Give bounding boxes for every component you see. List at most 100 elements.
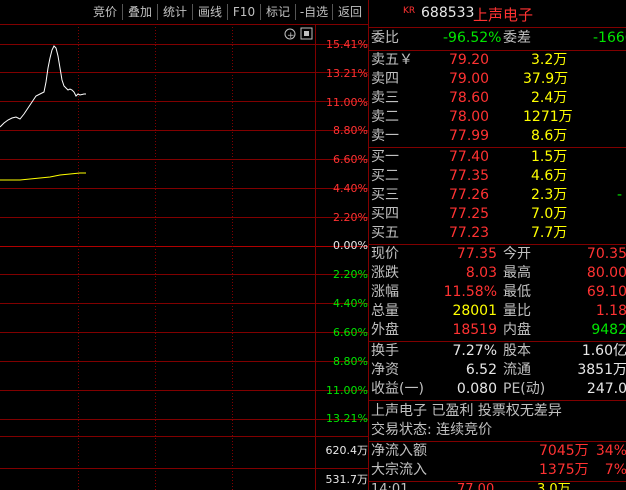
flow-value: 7045万 [539,443,589,459]
ask-row[interactable]: 卖三 78.60 2.4万 [371,89,626,108]
stats-row: 换手 7.27% 股本 1.60亿 [371,342,626,361]
bid-price: 77.40 [449,149,490,165]
price-line [0,45,86,128]
bid-label: 买三 [371,187,399,203]
flow-value: 1375万 [539,462,589,478]
bid-row[interactable]: 买三 77.26 2.3万 - [371,186,626,205]
stats-label: 净资 [371,362,399,378]
axis-label-pct: 15.41% [326,38,368,51]
flow-pct: 7% [604,462,626,478]
bid-volume: 1.5万 [531,149,568,165]
quote-row: 涨跌 8.03 最高 80.00 [371,264,626,283]
bid-price: 77.23 [449,225,490,241]
svg-text:+: + [287,31,295,41]
bid-row[interactable]: 买二 77.35 4.6万 [371,167,626,186]
ask-row[interactable]: 卖一 77.99 8.6万 [371,127,626,146]
ask-label: 卖一 [371,128,399,144]
bid-volume: 7.0万 [531,206,568,222]
intraday-chart[interactable]: + 15.41% 13.21% 11.00% 8.80% 6.60% 4.40%… [0,24,368,490]
weibi-label: 委比 [371,30,399,46]
toolbar-mark-button[interactable]: 标记 [261,0,295,24]
quote-row: 外盘 18519 内盘 9482 [371,321,626,340]
axis-label-pct: 2.20% [333,268,368,281]
stats-value: 7.27% [452,343,497,359]
toolbar-remove-watchlist-button[interactable]: -自选 [296,0,332,24]
divider [369,27,626,28]
tick-time: 14:01 [371,482,409,490]
bid-price: 77.26 [449,187,490,203]
stats-label: 流通 [503,362,531,378]
ask-volume: 3.2万 [531,52,568,68]
weicha-label: 委差 [503,30,531,46]
bid-volume: 7.7万 [531,225,568,241]
flow-label: 净流入额 [371,443,427,459]
ask-price: 77.99 [449,128,490,144]
ask-price: 79.00 [449,71,490,87]
quote-label: 内盘 [503,322,531,338]
axis-label-pct: 8.80% [333,355,368,368]
ask-label: 卖五￥ [371,52,413,68]
quote-row: 涨幅 11.58% 最低 69.10 [371,283,626,302]
chart-expand-icon [300,27,313,40]
quote-label: 涨跌 [371,265,399,281]
stats-row: 净资 6.52 流通 3851万 [371,361,626,380]
chart-toolbar: 竞价 叠加 统计 画线 F10 标记 -自选 返回 [0,0,368,24]
divider [369,400,626,401]
bid-row[interactable]: 买五 77.23 7.7万 [371,224,626,243]
bid-price: 77.35 [449,168,490,184]
ask-volume: 2.4万 [531,90,568,106]
toolbar-f10-button[interactable]: F10 [228,0,260,24]
quote-value: 8.03 [465,265,497,281]
flow-pct: 34% [595,443,626,459]
axis-label-pct: 13.21% [326,67,368,80]
tick-row: 14:01 77.00 3.0万 [371,482,626,490]
quote-label: 最高 [503,265,531,281]
flow-label: 大宗流入 [371,462,427,478]
stats-value: 3851万 [577,362,626,378]
axis-label-pct: 6.60% [333,153,368,166]
average-price-line [0,172,86,181]
toolbar-overlay-button[interactable]: 叠加 [123,0,157,24]
axis-label-pct: 6.60% [333,326,368,339]
stats-label: 收益(一) [371,381,424,397]
flow-row: 大宗流入 1375万 7% [371,461,626,480]
ask-price: 78.60 [449,90,490,106]
toolbar-back-button[interactable]: 返回 [333,0,367,24]
trade-status: 交易状态: 连续竞价 [371,422,493,438]
toolbar-auction-button[interactable]: 竞价 [88,0,122,24]
weicha-value: -1666 [593,30,626,46]
chart-settings-icon: + [284,28,296,41]
stats-row: 收益(一) 0.080 PE(动) 247.0 [371,380,626,399]
bid-label: 买四 [371,206,399,222]
bid-row[interactable]: 买四 77.25 7.0万 [371,205,626,224]
stats-value: 6.52 [465,362,497,378]
axis-label-pct: 4.40% [333,182,368,195]
stats-label: 股本 [503,343,531,359]
ask-row[interactable]: 卖二 78.00 1271万 [371,108,626,127]
bid-volume: 4.6万 [531,168,568,184]
axis-label-zero: 0.00% [333,239,368,252]
tick-price: 77.00 [457,482,495,490]
quote-row: 总量 28001 量比 1.18 [371,302,626,321]
ask-row[interactable]: 卖四 79.00 37.9万 [371,70,626,89]
stats-label: 换手 [371,343,399,359]
quote-label: 外盘 [371,322,399,338]
stats-value: 1.60亿 [581,343,626,359]
toolbar-stats-button[interactable]: 统计 [158,0,192,24]
bid-label: 买一 [371,149,399,165]
quote-value: 18519 [452,322,497,338]
volume-axis-label: 531.7万 [325,473,369,486]
quote-label: 量比 [503,303,531,319]
quote-panel: KR 688533 上声电子 委比 -96.52% 委差 -1666 卖五￥ 7… [368,0,626,490]
stats-label: PE(动) [503,381,546,397]
toolbar-draw-button[interactable]: 画线 [193,0,227,24]
bid-row[interactable]: 买一 77.40 1.5万 [371,148,626,167]
stock-tag: KR [403,6,416,16]
quote-label: 涨幅 [371,284,399,300]
ask-row[interactable]: 卖五￥ 79.20 3.2万 [371,51,626,70]
bid-label: 买五 [371,225,399,241]
quote-label: 现价 [371,246,399,262]
quote-label: 最低 [503,284,531,300]
quote-value: 1.18 [595,303,626,319]
quote-value: 69.10 [586,284,626,300]
